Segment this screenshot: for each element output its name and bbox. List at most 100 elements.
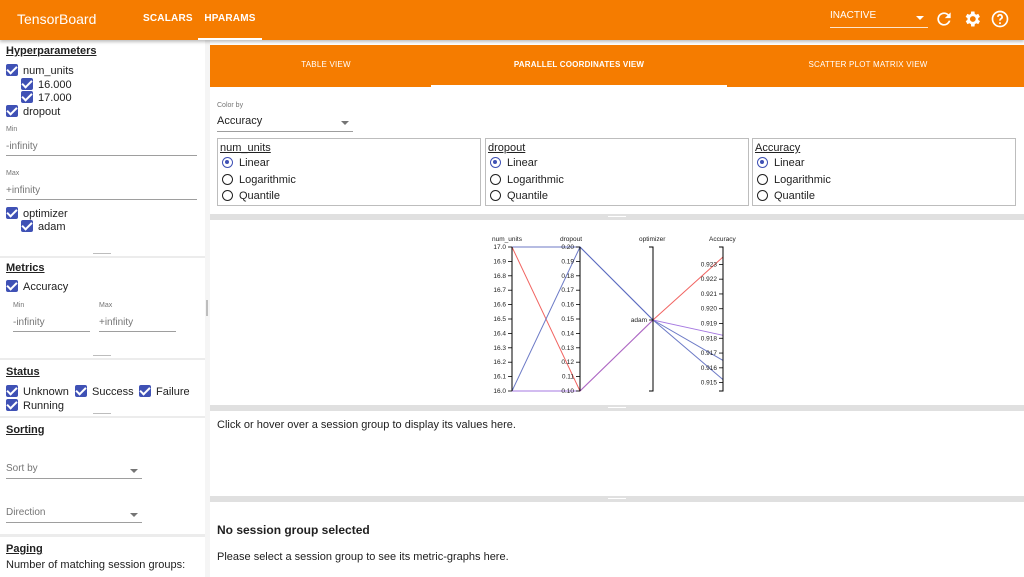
color-by-select[interactable]: Accuracy [217, 115, 353, 132]
radio-quantile[interactable]: Quantile [490, 190, 548, 202]
color-by-label: Color by [217, 102, 244, 109]
direction-select[interactable]: Direction [6, 507, 142, 523]
checkbox-checked-icon [6, 280, 18, 292]
radio-logarithmic[interactable]: Logarithmic [490, 174, 564, 186]
axis-tick-label: 0.917 [701, 350, 718, 357]
axis-title-num-units: num_units [492, 236, 523, 243]
status-running-label: Running [23, 400, 64, 412]
num-units-16-label: 16.000 [38, 79, 72, 91]
status-running-checkbox[interactable]: Running [6, 399, 64, 413]
accuracy-max-field[interactable]: Max +infinity [99, 302, 176, 332]
radio-logarithmic[interactable]: Logarithmic [222, 174, 296, 186]
axis-tick-label: 0.915 [701, 380, 718, 387]
axis-title-accuracy: Accuracy [709, 236, 736, 243]
radio-label: Linear [239, 157, 270, 169]
app-title: TensorBoard [17, 11, 97, 27]
help-icon[interactable] [990, 9, 1010, 29]
num-units-17-checkbox[interactable]: 17.000 [21, 91, 72, 105]
tab-scalars[interactable]: SCALARS [143, 0, 193, 40]
axis-tick-label: 0.919 [701, 321, 718, 328]
axis-tick-label: 0.921 [701, 291, 718, 298]
radio-quantile[interactable]: Quantile [222, 190, 280, 202]
status-unknown-checkbox[interactable]: Unknown [6, 385, 69, 399]
parallel-coordinates-plot[interactable]: num_units17.0 16.9 16.8 16.7 16.6 16.5 16.4 16.… [210, 220, 1024, 405]
sidebar: Hyperparameters num_units 16.000 17.000 … [0, 40, 205, 577]
radio-quantile[interactable]: Quantile [757, 190, 815, 202]
num-units-checkbox[interactable]: num_units [6, 64, 74, 78]
session-group-line [511, 246, 724, 392]
dropout-max-field[interactable]: Max +infinity [6, 170, 197, 200]
resize-handle[interactable] [93, 413, 111, 414]
radio-linear[interactable]: Linear [757, 157, 805, 169]
dropout-min-field[interactable]: Min -infinity [6, 126, 197, 156]
axis-tick-label: 0.12 [561, 359, 574, 366]
tab-parallel-coordinates-view[interactable]: PARALLEL COORDINATES VIEW [431, 45, 727, 87]
dropout-min-label: Min [6, 126, 18, 133]
checkbox-checked-icon [21, 91, 33, 103]
radio-label: Linear [774, 157, 805, 169]
resize-handle[interactable] [608, 407, 626, 408]
radio-label: Quantile [774, 190, 815, 202]
dropout-checkbox[interactable]: dropout [6, 105, 60, 119]
axis-tick-label: 0.918 [701, 335, 718, 342]
scale-box-dropout: dropout Linear Logarithmic Quantile [485, 138, 749, 206]
radio-unchecked-icon [490, 174, 501, 185]
radio-checked-icon [757, 157, 768, 168]
status-unknown-label: Unknown [23, 386, 69, 398]
status-success-checkbox[interactable]: Success [75, 385, 134, 399]
view-tabs: TABLE VIEW PARALLEL COORDINATES VIEW SCA… [210, 45, 1024, 87]
radio-unchecked-icon [222, 190, 233, 201]
accuracy-min-field[interactable]: Min -infinity [13, 302, 90, 332]
refresh-icon[interactable] [934, 9, 954, 29]
main-content: TABLE VIEW PARALLEL COORDINATES VIEW SCA… [210, 40, 1024, 577]
session-group-line [512, 319, 724, 392]
metric-graphs-panel: No session group selected Please select … [210, 502, 1024, 577]
tab-scatter-plot-matrix-view[interactable]: SCATTER PLOT MATRIX VIEW [752, 45, 984, 87]
status-failure-checkbox[interactable]: Failure [139, 385, 190, 399]
sort-by-select[interactable]: Sort by [6, 463, 142, 479]
tab-table-view[interactable]: TABLE VIEW [210, 45, 442, 87]
tab-hparams[interactable]: HPARAMS [198, 0, 262, 40]
radio-linear[interactable]: Linear [222, 157, 270, 169]
checkbox-checked-icon [6, 105, 18, 117]
sidebar-splitter-handle[interactable] [206, 300, 208, 316]
parallel-coords-panel: num_units 17.0 16.9 16.8 16.7 16.6 16.5 16.4 16.… [210, 220, 1024, 405]
metrics-title: Metrics [6, 262, 45, 274]
radio-linear[interactable]: Linear [490, 157, 538, 169]
dropout-label: dropout [23, 106, 61, 118]
axis-tick-label: 0.916 [701, 365, 718, 372]
optimizer-adam-checkbox[interactable]: adam [21, 220, 66, 234]
checkbox-checked-icon [139, 385, 151, 397]
dropout-max-label: Max [6, 170, 20, 177]
sorting-card: Sorting Sort by Direction [0, 418, 205, 534]
chevron-down-icon [341, 121, 349, 125]
accuracy-max-label: Max [99, 302, 113, 309]
resize-handle[interactable] [93, 355, 111, 356]
radio-logarithmic[interactable]: Logarithmic [757, 174, 831, 186]
optimizer-checkbox[interactable]: optimizer [6, 207, 68, 221]
axis-tick-label: 0.923 [701, 261, 718, 268]
axis-tick-label: 16.8 [493, 273, 506, 280]
run-status-value: INACTIVE [830, 10, 877, 21]
resize-handle[interactable] [93, 253, 111, 254]
radio-label: Linear [507, 157, 538, 169]
axis-tick-label: 0.19 [561, 258, 574, 265]
resize-handle[interactable] [608, 216, 626, 217]
axis-tick-label: 16.9 [493, 258, 506, 265]
scale-title-accuracy: Accuracy [755, 142, 801, 154]
radio-checked-icon [490, 157, 501, 168]
resize-handle[interactable] [608, 498, 626, 499]
accuracy-min-label: Min [13, 302, 25, 309]
radio-label: Quantile [239, 190, 280, 202]
axis-tick-label: 0.13 [561, 345, 574, 352]
axis-tick-label: 16.6 [493, 302, 506, 309]
radio-unchecked-icon [757, 174, 768, 185]
settings-icon[interactable] [962, 9, 982, 29]
run-status-select[interactable]: INACTIVE [830, 10, 928, 28]
paging-title: Paging [6, 543, 43, 555]
accuracy-checkbox[interactable]: Accuracy [6, 280, 68, 294]
session-group-line [511, 246, 724, 392]
axis-tick-label: 0.922 [701, 276, 718, 283]
optimizer-adam-label: adam [38, 221, 66, 233]
optimizer-label: optimizer [23, 208, 68, 220]
